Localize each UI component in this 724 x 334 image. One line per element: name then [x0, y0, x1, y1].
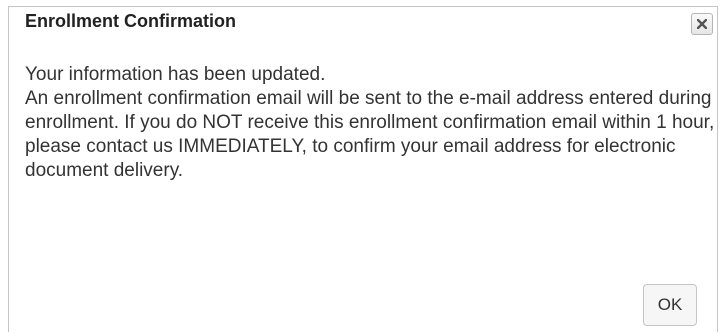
dialog-message: Your information has been updated. An en… [25, 63, 715, 183]
close-button[interactable] [691, 13, 713, 35]
enrollment-confirmation-dialog: Enrollment Confirmation Your information… [8, 6, 718, 332]
close-icon [697, 19, 707, 29]
dialog-title: Enrollment Confirmation [25, 11, 236, 31]
message-status-line: Your information has been updated. [25, 64, 326, 85]
dialog-titlebar: Enrollment Confirmation [9, 7, 717, 37]
message-body-text: An enrollment confirmation email will be… [25, 88, 715, 181]
ok-button[interactable]: OK [643, 284, 697, 326]
